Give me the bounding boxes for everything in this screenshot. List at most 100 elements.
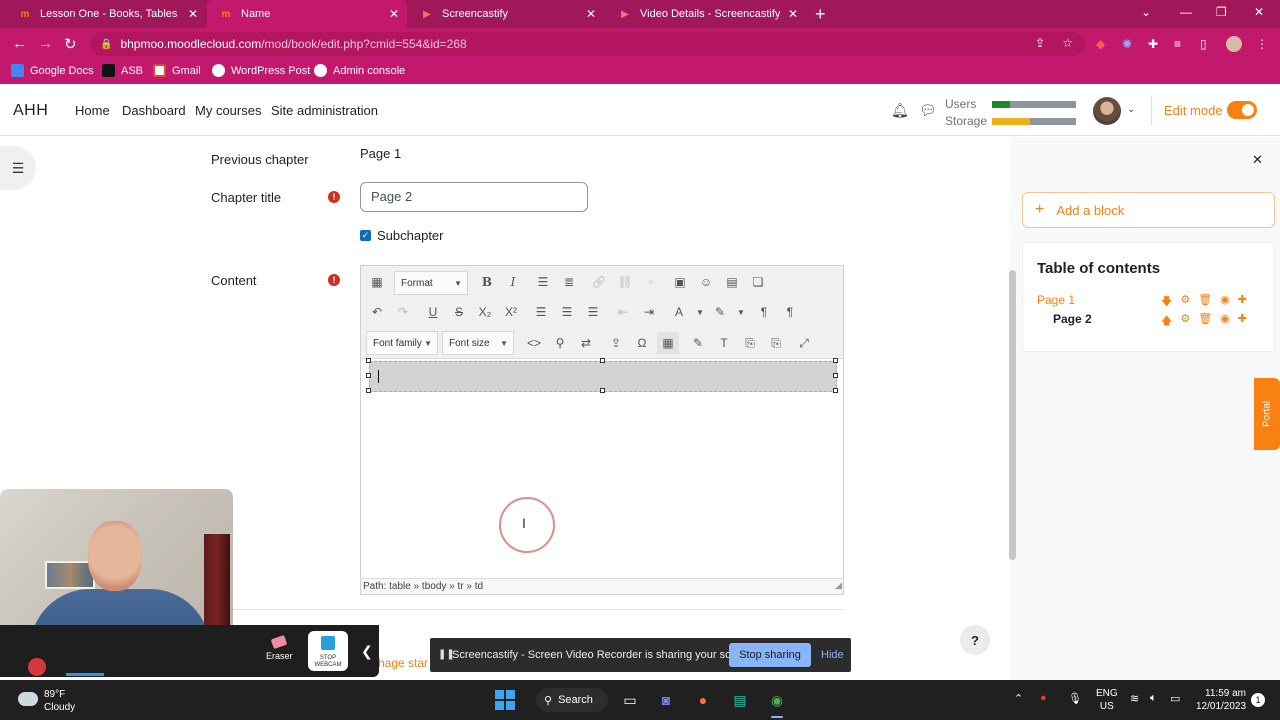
menu-icon[interactable]: ⋮ [1256,37,1268,51]
strikethrough-icon[interactable]: S [448,301,470,323]
gear-icon[interactable]: ⚙ [1180,312,1190,331]
fullscreen-icon[interactable]: ⤢ [793,332,815,354]
profile-avatar[interactable] [1226,36,1242,52]
eye-icon[interactable]: ◉ [1220,312,1230,331]
bookmark-asb[interactable]: ASB [102,64,143,77]
taskbar-search[interactable]: ⚲ Search [536,688,608,712]
forward-icon[interactable]: → [38,35,53,52]
paste-special-icon[interactable]: ⎘ [765,332,787,354]
rtl-icon[interactable]: ¶ [779,301,801,323]
undo-icon[interactable]: ↶ [366,301,388,323]
edit-mode-toggle[interactable] [1227,101,1257,119]
table-icon[interactable]: ▦ [657,332,679,354]
record-icon[interactable] [28,658,46,676]
caret-down-icon[interactable]: ▼ [689,301,711,323]
font-color-icon[interactable]: A [668,301,690,323]
page-scrollbar[interactable] [1009,270,1016,560]
media-icon[interactable]: ▤ [721,271,743,293]
eye-icon[interactable]: ◉ [1220,293,1230,312]
toc-item-page-2[interactable]: Page 2 [1053,312,1092,326]
portal-tab[interactable]: Portal [1254,378,1280,450]
close-icon[interactable]: ✕ [586,7,596,21]
bookmark-google-docs[interactable]: Google Docs [11,64,94,77]
nav-site-administration[interactable]: Site administration [271,103,378,118]
minimize-icon[interactable]: — [1180,5,1192,19]
site-brand[interactable]: AHH [13,102,48,120]
tab-name[interactable]: m Name ✕ [207,0,407,28]
user-avatar[interactable] [1093,97,1121,125]
trash-icon[interactable]: 🗑︎ [1198,293,1212,312]
reading-list-icon[interactable]: ≡ [1174,37,1181,51]
subchapter-checkbox[interactable]: ✓ [360,230,371,241]
language-indicator[interactable]: ENG US [1096,687,1118,713]
image-icon[interactable]: ▣ [669,271,691,293]
chrome-icon[interactable]: ◉ [765,688,789,712]
help-button[interactable]: ? [960,625,990,655]
maximize-icon[interactable]: ❐ [1216,5,1227,19]
tray-app-icon[interactable]: ● [1040,692,1047,704]
reload-icon[interactable]: ↻ [64,35,77,53]
paste-icon[interactable]: ⎘ [739,332,761,354]
puzzle-icon[interactable]: ✚ [1148,37,1158,51]
nav-my-courses[interactable]: My courses [195,103,261,118]
italic-icon[interactable]: I [502,271,524,293]
plus-icon[interactable]: ✚ [1238,312,1247,331]
bookmark-gmail[interactable]: Gmail [153,64,201,77]
share-icon[interactable]: ⇪ [1035,36,1045,50]
link-icon[interactable]: 🔗︎ [588,271,610,293]
replace-icon[interactable]: ⇄ [575,332,597,354]
move-down-icon[interactable]: 🡇 [1161,293,1172,312]
numbered-list-icon[interactable]: ≣ [558,271,580,293]
extension-icon[interactable]: ✺ [1122,37,1132,51]
resize-handle[interactable] [833,388,838,393]
close-icon[interactable]: ✕ [389,7,399,21]
unlink-icon[interactable]: ⛓ [614,271,636,293]
gear-icon[interactable]: ⚙ [1180,293,1190,312]
clock[interactable]: 11:59 am 12/01/2023 [1196,687,1246,713]
tab-search-icon[interactable]: ⌄ [1141,5,1151,19]
close-icon[interactable]: ✕ [788,7,798,21]
weather-widget[interactable]: 89°F Cloudy [44,688,75,714]
resize-handle[interactable] [600,358,605,363]
outdent-icon[interactable]: ⇤ [612,301,634,323]
battery-icon[interactable]: ▭ [1170,692,1180,705]
trash-icon[interactable]: 🗑︎ [1198,312,1212,331]
task-view-icon[interactable]: ▭ [618,688,642,712]
cloud-icon[interactable] [18,692,38,706]
course-index-toggle[interactable]: ☰ [0,146,36,190]
resize-handle[interactable] [366,373,371,378]
ltr-icon[interactable]: ¶ [753,301,775,323]
subscript-icon[interactable]: X₂ [474,301,496,323]
new-tab-icon[interactable]: + [815,4,826,25]
superscript-icon[interactable]: X² [500,301,522,323]
editor-content-area[interactable] [361,358,843,580]
align-right-icon[interactable]: ☰ [582,301,604,323]
background-color-icon[interactable]: ✎ [709,301,731,323]
close-icon[interactable]: ✕ [188,7,198,21]
eraser-tool[interactable]: Eraser [266,634,293,661]
align-center-icon[interactable]: ☰ [556,301,578,323]
partially-hidden-link[interactable]: hage star [378,656,428,670]
resize-handle[interactable] [833,373,838,378]
special-char-icon[interactable]: Ω [631,332,653,354]
resize-handle[interactable] [600,388,605,393]
extension-icon[interactable]: ◆ [1096,37,1105,51]
underline-icon[interactable]: U [422,301,444,323]
upload-icon[interactable]: ⇪ [605,332,627,354]
star-icon[interactable]: ☆ [1062,36,1073,50]
tab-lesson-one[interactable]: m Lesson One - Books, Tables and ✕ [6,0,206,28]
hide-button[interactable]: Hide [821,649,844,661]
clear-formatting-icon[interactable]: T [713,332,735,354]
notepad-icon[interactable]: ▤ [728,688,752,712]
resize-handle[interactable] [366,388,371,393]
redo-icon[interactable]: ↷ [392,301,414,323]
tray-chevron-icon[interactable]: ⌃ [1014,692,1023,705]
chevron-down-icon[interactable]: ⌄ [1127,104,1135,115]
font-family-select[interactable]: Font family ▼ [366,331,438,355]
format-select[interactable]: Format ▼ [394,271,468,295]
font-size-select[interactable]: Font size ▼ [442,331,514,355]
volume-icon[interactable]: 🔈︎ [1150,692,1157,705]
notification-badge[interactable]: 1 [1251,693,1265,707]
url-input[interactable]: 🔒 bhpmoo.moodlecloud.com/mod/book/edit.p… [90,32,1085,56]
anchor-icon[interactable]: ▫ [640,271,662,293]
